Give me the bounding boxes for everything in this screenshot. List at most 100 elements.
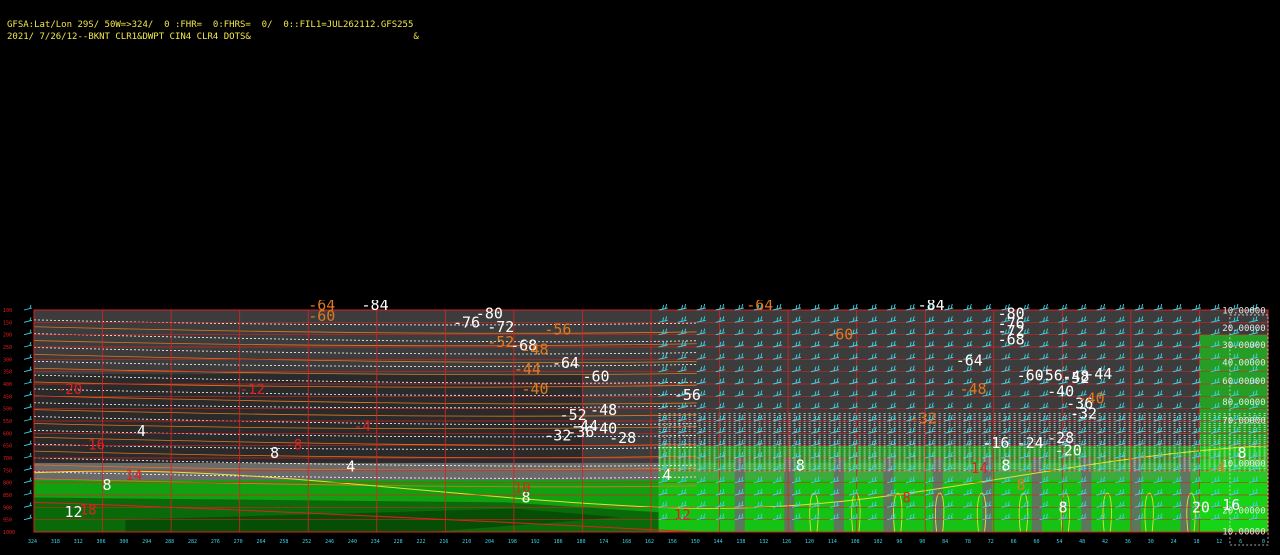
wind-barb	[23, 415, 33, 422]
longitude-tick-label: 174	[599, 539, 608, 545]
wind-barb	[1058, 303, 1068, 311]
wind-barb	[1210, 303, 1220, 311]
wind-barb	[23, 378, 33, 385]
longitude-tick-label: 84	[942, 539, 948, 545]
temperature-label: -84	[918, 300, 945, 314]
longitude-tick-label: 216	[439, 539, 448, 545]
dewpoint-label: 8	[1017, 476, 1026, 494]
contour-label-red: -12	[240, 382, 265, 398]
wind-barb	[810, 303, 821, 311]
temperature-label: -32	[544, 427, 571, 445]
longitude-tick-label: 120	[805, 539, 814, 545]
temperature-label: 8	[1001, 456, 1010, 474]
longitude-tick-label: 180	[576, 539, 585, 545]
wind-barb	[1077, 303, 1087, 311]
wind-barb	[23, 452, 33, 459]
longitude-tick-label: 102	[874, 539, 883, 545]
pressure-tick-label: 450	[3, 394, 12, 400]
longitude-tick-label: 294	[142, 539, 151, 545]
dewpoint-label: -48	[960, 380, 987, 398]
pressure-tick-label: 250	[3, 345, 12, 351]
dewpoint-label: -48	[522, 340, 549, 358]
longitude-tick-label: 36	[1125, 539, 1131, 545]
dewpoint-label: -40	[1078, 390, 1105, 408]
mixing-ratio-label: 10.00000	[1222, 527, 1265, 537]
dewpoint-label: -60	[826, 326, 853, 344]
temperature-label: 8	[1059, 498, 1068, 516]
pressure-tick-label: 400	[3, 382, 12, 388]
longitude-tick-label: 96	[896, 539, 902, 545]
temperature-label: -64	[956, 352, 983, 370]
longitude-tick-label: 276	[211, 539, 220, 545]
longitude-tick-label: 264	[257, 539, 266, 545]
longitude-tick-label: 144	[714, 539, 723, 545]
dewpoint-label: -60	[308, 307, 335, 325]
wind-barb	[867, 303, 878, 311]
longitude-tick-label: 90	[919, 539, 925, 545]
longitude-tick-label: 270	[234, 539, 243, 545]
temperature-label: 20	[1192, 498, 1210, 516]
longitude-tick-label: 186	[554, 539, 563, 545]
wind-barb	[848, 303, 859, 311]
mixing-ratio-label: 30.00000	[1222, 341, 1265, 351]
longitude-tick-label: 150	[691, 539, 700, 545]
mixing-ratio-label: 10.00000	[1222, 460, 1265, 470]
mixing-ratio-label: 20.00000	[1222, 324, 1265, 334]
wind-barb	[23, 317, 33, 323]
pressure-tick-label: 200	[3, 333, 12, 339]
temperature-label: -56	[674, 386, 701, 404]
temperature-label: -76	[453, 313, 480, 331]
dewpoint-label: -40	[522, 380, 549, 398]
longitude-tick-label: 288	[165, 539, 174, 545]
cross-section-plot: -84 -80-76 -72-68-64-60-56-52 -48-44-40-36-…	[3, 300, 1269, 546]
longitude-tick-label: 252	[302, 539, 311, 545]
contour-label-red: 8	[902, 490, 910, 506]
wind-barb	[791, 303, 802, 311]
dewpoint-label: -56	[544, 321, 571, 339]
pressure-tick-label: 750	[3, 468, 12, 474]
longitude-tick-label: 282	[188, 539, 197, 545]
longitude-tick-label: 300	[119, 539, 128, 545]
contour-label-red: -8	[285, 437, 302, 453]
wind-barb	[982, 303, 992, 311]
longitude-tick-label: 0	[1262, 539, 1265, 545]
longitude-tick-label: 72	[988, 539, 994, 545]
temperature-label: -68	[998, 331, 1025, 349]
temperature-label: 8	[103, 476, 112, 494]
longitude-tick-label: 6	[1239, 539, 1242, 545]
pressure-tick-label: 550	[3, 419, 12, 425]
longitude-tick-label: 138	[736, 539, 745, 545]
wind-barb	[1172, 303, 1182, 311]
wind-barb	[1039, 303, 1049, 311]
wind-barb	[715, 303, 725, 311]
wind-barb	[658, 303, 668, 311]
pressure-tick-label: 600	[3, 431, 12, 437]
wind-barb	[23, 502, 33, 508]
longitude-tick-label: 162	[645, 539, 654, 545]
wind-barb	[677, 303, 687, 311]
mixing-ratio-label: 10.00000	[1222, 307, 1265, 317]
wind-barb	[1096, 303, 1106, 311]
longitude-tick-label: 222	[416, 539, 425, 545]
mixing-ratio-label: 80.00000	[1222, 398, 1265, 408]
longitude-tick-label: 12	[1216, 539, 1222, 545]
temperature-label: 8	[796, 456, 805, 474]
longitude-tick-label: 108	[851, 539, 860, 545]
header-line-2: 2021/ 7/26/12--BKNT CLR1&DWPT CIN4 CLR4 …	[7, 32, 419, 42]
longitude-tick-label: 246	[325, 539, 334, 545]
pressure-tick-label: 150	[3, 320, 12, 326]
wind-barb	[906, 303, 916, 311]
pressure-tick-label: 100	[3, 308, 12, 314]
pressure-tick-label: 350	[3, 370, 12, 376]
wind-barb	[734, 303, 744, 311]
contour-label-red: 12	[674, 508, 691, 524]
wind-barb	[829, 303, 840, 311]
contour-label-red: -20	[57, 382, 82, 398]
temperature-label: 8	[270, 444, 279, 462]
pressure-tick-label: 700	[3, 456, 12, 462]
contour-label-red: -16	[80, 437, 105, 453]
mixing-ratio-label: 60.00000	[1222, 377, 1265, 387]
contour-label-red: 10	[514, 481, 531, 497]
longitude-tick-label: 132	[759, 539, 768, 545]
wind-barb	[696, 303, 706, 311]
